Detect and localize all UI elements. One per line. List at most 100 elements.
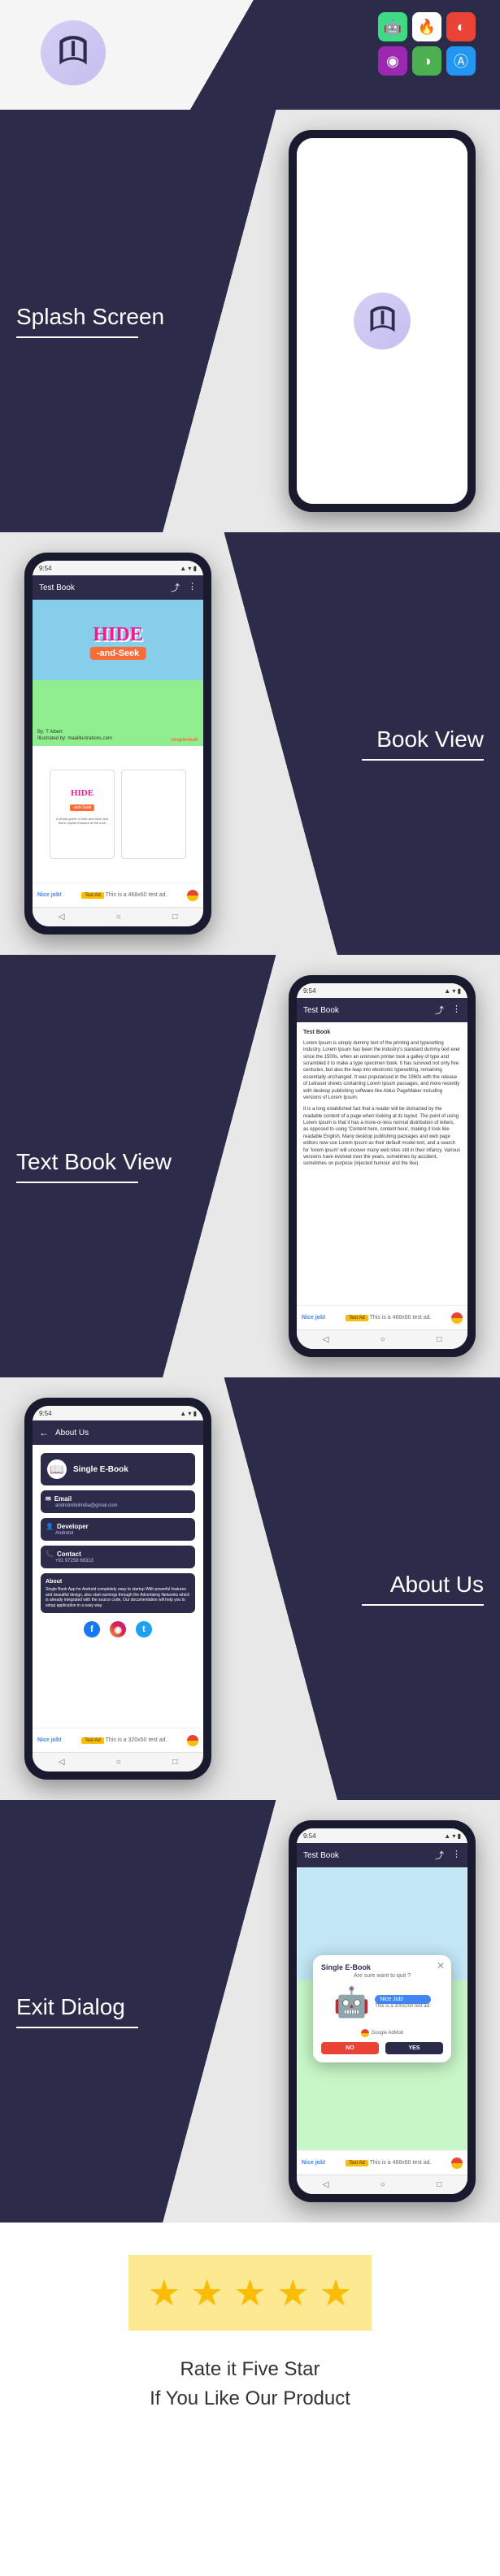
nav-back[interactable]: ◁ — [323, 2180, 329, 2189]
tech-icons-group: 🤖 🔥 ◐ ◉ ◑ Ⓐ — [370, 12, 476, 76]
phone-mockup-splash — [289, 130, 476, 512]
about-content: 📖 Single E-Book ✉ Email androtrebolindia… — [33, 1445, 203, 1728]
nav-bar: ◁ ○ □ — [33, 907, 203, 926]
nav-home[interactable]: ○ — [380, 2180, 385, 2189]
page-preview[interactable]: HIDE -and-Seek A virtual game of hide-an… — [33, 746, 203, 883]
stars-container: ★ ★ ★ ★ ★ — [128, 2255, 372, 2331]
admob-logo-icon — [451, 2158, 463, 2169]
dialog-title: Single E-Book — [321, 1963, 443, 1971]
more-icon[interactable]: ⋮ — [452, 1004, 461, 1017]
app-bar: Test Book ⤴ ⋮ — [297, 998, 467, 1022]
status-bar: 9:54▲ ▾ ▮ — [33, 1406, 203, 1420]
email-card[interactable]: ✉ Email androtrebolindia@gmail.com — [41, 1490, 195, 1513]
phone-mockup-about: 9:54▲ ▾ ▮ ← About Us 📖 Single E-Book ✉ E… — [24, 1398, 211, 1780]
app-bar: Test Book ⤴ ⋮ — [33, 575, 203, 600]
book-title: HIDE — [93, 624, 142, 646]
text-paragraph: Lorem Ipsum is simply dummy text of the … — [303, 1040, 461, 1102]
bookview-label: Book View — [236, 726, 500, 761]
status-bar: 9:54▲ ▾ ▮ — [297, 1828, 467, 1843]
robot-icon: 🤖 — [333, 1985, 370, 2019]
share-icon[interactable]: ⤴ — [435, 1849, 444, 1862]
yes-button[interactable]: YES — [385, 2042, 443, 2054]
ad-banner[interactable]: Nice job! Test Ad This is a 320x50 test … — [33, 1728, 203, 1752]
book-icon: 📖 — [47, 1459, 67, 1479]
ad-size-text: This is a 300x250 test ad. — [375, 2004, 430, 2010]
more-icon[interactable]: ⋮ — [452, 1849, 461, 1862]
status-bar: 9:54▲ ▾ ▮ — [33, 561, 203, 575]
splash-label: Splash Screen — [0, 304, 264, 338]
book-author: By: T Albert Illustrated by: maaillustra… — [37, 730, 112, 743]
instagram-icon[interactable]: ◉ — [110, 1621, 126, 1637]
app-logo — [41, 20, 106, 85]
text-content[interactable]: Test Book Lorem Ipsum is simply dummy te… — [297, 1022, 467, 1305]
admob-credit: Google AdMob — [321, 2029, 443, 2037]
nav-recent[interactable]: □ — [437, 2180, 441, 2189]
nav-bar: ◁ ○ □ — [33, 1752, 203, 1772]
share-icon[interactable]: ⤴ — [435, 1004, 444, 1017]
nav-back[interactable]: ◁ — [59, 913, 65, 922]
rating-text: Rate it Five Star If You Like Our Produc… — [0, 2355, 500, 2413]
text-paragraph: It is a long established fact that a rea… — [303, 1106, 461, 1168]
admob-logo-icon — [451, 1312, 463, 1324]
app-bar-title: About Us — [55, 1429, 197, 1438]
contact-card[interactable]: 📞 Contact +91 97258 68313 — [41, 1546, 195, 1568]
textbook-section: Text Book View 9:54▲ ▾ ▮ Test Book ⤴ ⋮ T… — [0, 955, 500, 1377]
exit-dialog: ✕ Single E-Book Are sure want to quit ? … — [313, 1955, 451, 2062]
ad-banner[interactable]: Nice job! Test Ad This is a 468x60 test … — [33, 883, 203, 907]
admob-logo-icon — [187, 890, 198, 901]
star-icon: ★ — [233, 2272, 266, 2314]
nav-back[interactable]: ◁ — [59, 1758, 65, 1767]
app-bar-title: Test Book — [303, 1851, 435, 1860]
social-icons: f ◉ t — [41, 1613, 195, 1646]
book-icon — [53, 33, 93, 73]
textbook-label: Text Book View — [0, 1149, 264, 1183]
admob-logo-icon — [361, 2029, 369, 2037]
share-icon[interactable]: ⤴ — [171, 581, 180, 594]
page-thumbnail — [121, 770, 186, 859]
about-brand: 📖 Single E-Book — [41, 1453, 195, 1485]
nav-home[interactable]: ○ — [116, 1758, 121, 1767]
unity-icon: ◉ — [378, 46, 407, 76]
app-bar-title: Test Book — [303, 1006, 435, 1015]
phone-icon: 📞 — [46, 1550, 54, 1558]
close-icon[interactable]: ✕ — [437, 1960, 445, 1971]
nav-home[interactable]: ○ — [116, 913, 121, 922]
about-label: About Us — [236, 1572, 500, 1606]
about-description: About Single Book App for Android comple… — [41, 1573, 195, 1613]
nice-bubble: Nice Job! — [375, 1995, 430, 2004]
star-icon: ★ — [191, 2272, 224, 2314]
star-icon: ★ — [320, 2272, 352, 2314]
facebook-icon[interactable]: f — [84, 1621, 100, 1637]
back-icon[interactable]: ← — [39, 1427, 49, 1438]
rating-section: ★ ★ ★ ★ ★ Rate it Five Star If You Like … — [0, 2223, 500, 2450]
header-section: 🤖 🔥 ◐ ◉ ◑ Ⓐ — [0, 0, 500, 110]
exit-label: Exit Dialog — [0, 1994, 264, 2028]
bookview-section: 9:54▲ ▾ ▮ Test Book ⤴ ⋮ HIDE -and-Seek B… — [0, 532, 500, 955]
phone-mockup-exit: 9:54▲ ▾ ▮ Test Book ⤴ ⋮ ✕ Single E-Book … — [289, 1820, 476, 2202]
ad-banner[interactable]: Nice job! Test Ad This is a 468x60 test … — [297, 1305, 467, 1329]
admob-icon: ◐ — [446, 12, 476, 41]
twitter-icon[interactable]: t — [136, 1621, 152, 1637]
android-studio-icon: 🤖 — [378, 12, 407, 41]
developer-card[interactable]: 👤 Developer Androtol — [41, 1518, 195, 1541]
ad-banner[interactable]: Nice job! Test Ad This is a 468x60 test … — [297, 2150, 467, 2175]
more-icon[interactable]: ⋮ — [188, 581, 197, 594]
exit-section: Exit Dialog 9:54▲ ▾ ▮ Test Book ⤴ ⋮ ✕ Si… — [0, 1800, 500, 2223]
nav-home[interactable]: ○ — [380, 1335, 385, 1344]
admob-logo-icon — [187, 1735, 198, 1746]
about-section: 9:54▲ ▾ ▮ ← About Us 📖 Single E-Book ✉ E… — [0, 1377, 500, 1800]
book-cover[interactable]: HIDE -and-Seek By: T Albert Illustrated … — [33, 600, 203, 746]
app-bar: ← About Us — [33, 1420, 203, 1445]
nav-recent[interactable]: □ — [172, 913, 177, 922]
no-button[interactable]: NO — [321, 2042, 379, 2054]
nav-bar: ◁ ○ □ — [297, 2175, 467, 2194]
app-bar: Test Book ⤴ ⋮ — [297, 1843, 467, 1867]
nav-recent[interactable]: □ — [172, 1758, 177, 1767]
star-icon: ★ — [276, 2272, 309, 2314]
dialog-subtitle: Are sure want to quit ? — [321, 1973, 443, 1979]
nav-back[interactable]: ◁ — [323, 1335, 329, 1344]
phone-mockup-textbook: 9:54▲ ▾ ▮ Test Book ⤴ ⋮ Test Book Lorem … — [289, 975, 476, 1357]
nav-recent[interactable]: □ — [437, 1335, 441, 1344]
book-subtitle: -and-Seek — [90, 647, 146, 660]
app-bar-title: Test Book — [39, 583, 171, 592]
